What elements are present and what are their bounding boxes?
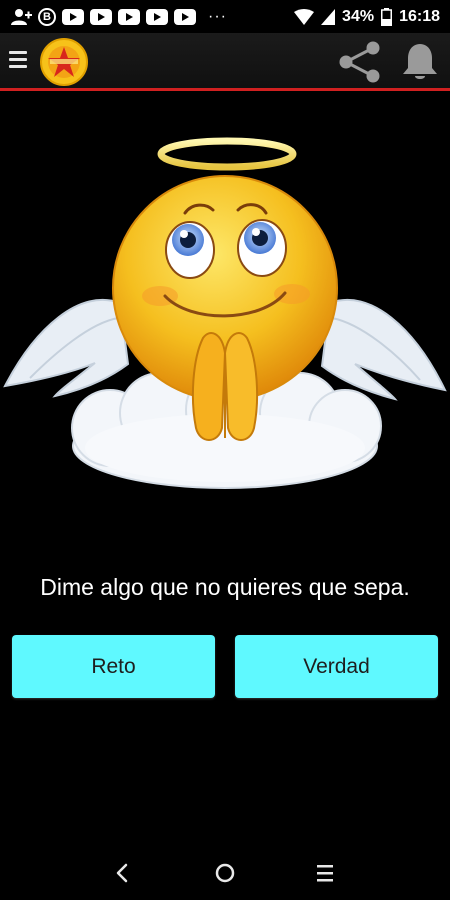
youtube-icon bbox=[146, 8, 168, 25]
notification-icons: B ··· bbox=[10, 7, 233, 26]
verdad-button[interactable]: Verdad bbox=[235, 635, 438, 698]
question-text: Dime algo que no quieres que sepa. bbox=[40, 574, 410, 600]
youtube-icon bbox=[90, 8, 112, 25]
youtube-icon bbox=[118, 8, 140, 25]
bell-icon[interactable] bbox=[399, 41, 441, 83]
home-icon[interactable] bbox=[214, 862, 236, 884]
back-icon[interactable] bbox=[112, 862, 134, 884]
youtube-icon bbox=[174, 8, 196, 25]
system-navigation-bar bbox=[0, 846, 450, 900]
signal-icon bbox=[321, 8, 336, 25]
youtube-icon bbox=[62, 8, 84, 25]
app-toolbar bbox=[0, 33, 450, 91]
status-bar: B ··· 34% 16:18 bbox=[0, 0, 450, 33]
reto-button[interactable]: Reto bbox=[12, 635, 215, 698]
clock: 16:18 bbox=[399, 7, 440, 25]
battery-percentage: 34% bbox=[342, 7, 375, 25]
app-logo bbox=[40, 38, 88, 86]
recent-apps-icon[interactable] bbox=[314, 863, 336, 883]
share-icon[interactable] bbox=[337, 40, 383, 84]
b-circle-icon: B bbox=[38, 7, 56, 26]
wifi-icon bbox=[294, 8, 315, 25]
person-add-icon bbox=[11, 8, 32, 25]
hamburger-menu-icon[interactable] bbox=[9, 51, 27, 69]
more-notifications-icon: ··· bbox=[208, 7, 227, 25]
angel-emoji-image bbox=[3, 137, 447, 489]
battery-icon bbox=[381, 7, 393, 26]
